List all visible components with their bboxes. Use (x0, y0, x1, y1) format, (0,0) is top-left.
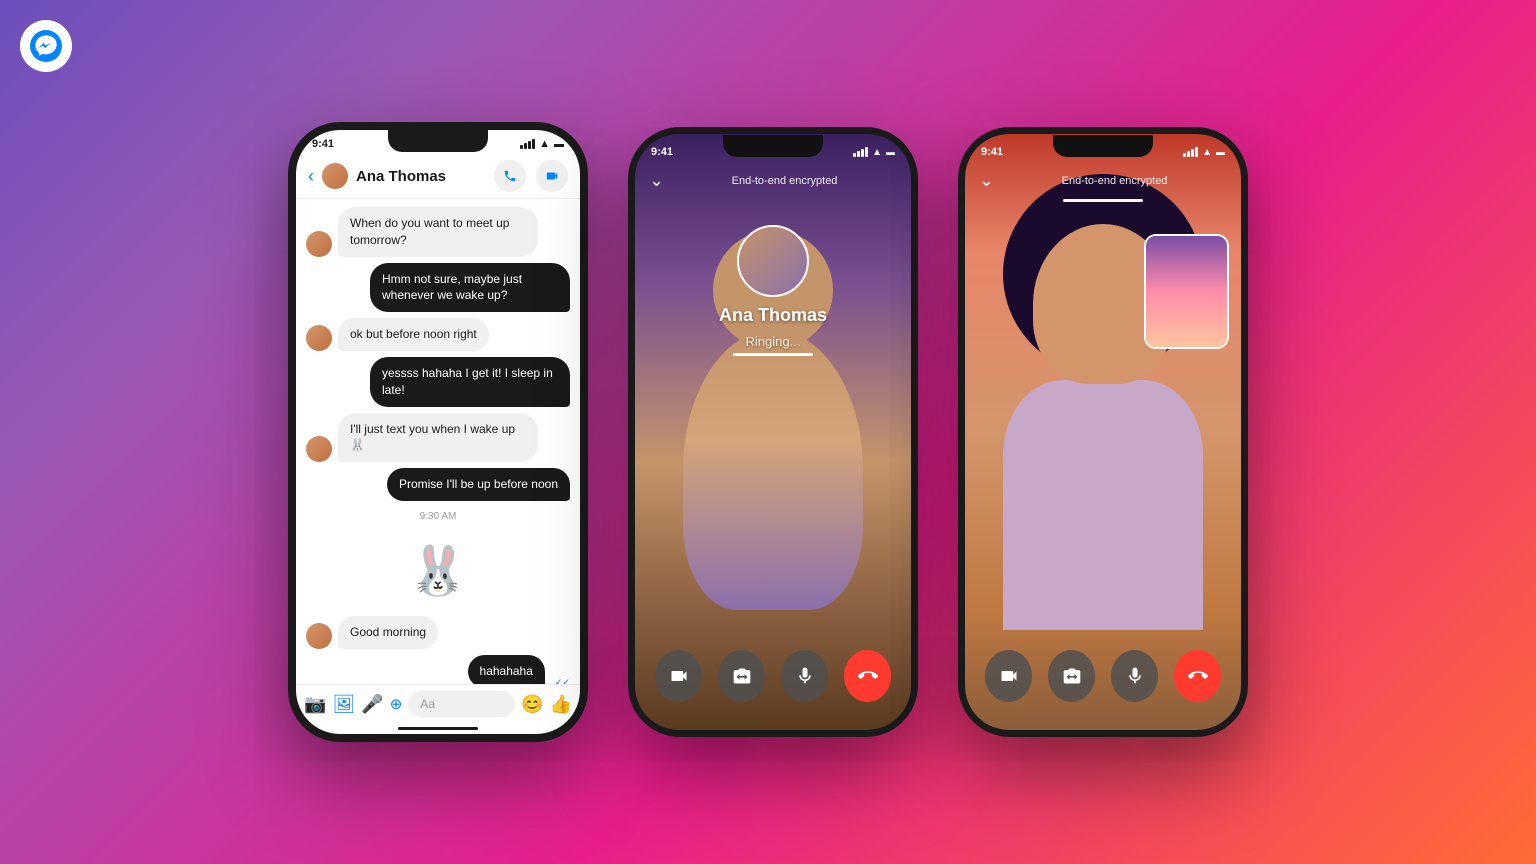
notch-1 (388, 130, 488, 152)
battery-icon-3: ▬ (1216, 147, 1225, 157)
encrypted-label-active: End-to-end encrypted (1002, 175, 1227, 187)
whatsapp-icon[interactable]: ⊕ (390, 695, 403, 713)
caller-name: Ana Thomas (719, 305, 827, 326)
video-call-screen: 9:41 ▲ ▬ (635, 134, 911, 730)
status-icons-2: ▲ ▬ (853, 147, 895, 158)
wifi-icon: ▲ (539, 138, 550, 150)
message-bubble: Hmm not sure, maybe just whenever we wak… (370, 263, 570, 313)
message-input[interactable]: Aa (408, 691, 515, 717)
message-row: I'll just text you when I wake up 🐰 (306, 413, 570, 463)
home-indicator-3 (1063, 199, 1143, 202)
flip-camera-button[interactable] (718, 650, 765, 702)
phones-container: 9:41 ▲ ▬ ‹ (0, 0, 1536, 864)
battery-icon: ▬ (554, 139, 564, 150)
call-controls (635, 650, 911, 702)
chat-header: ‹ Ana Thomas (296, 154, 580, 199)
back-button[interactable]: ‹ (308, 166, 314, 187)
status-time-2: 9:41 (651, 146, 673, 158)
caller-info: Ana Thomas Ringing... (635, 225, 911, 349)
wifi-icon-3: ▲ (1202, 147, 1212, 158)
message-timestamp: 9:30 AM (306, 511, 570, 522)
call-top-bar-active: ⌄ End-to-end encrypted (965, 162, 1241, 195)
status-time-3: 9:41 (981, 146, 1003, 158)
avatar-small (306, 231, 332, 257)
contact-name: Ana Thomas (356, 168, 486, 185)
avatar-small (306, 623, 332, 649)
phone-video-incoming: 9:41 ▲ ▬ (628, 127, 918, 737)
camera-icon[interactable]: 📷 (304, 694, 326, 715)
end-call-button[interactable] (844, 650, 891, 702)
call-top-bar: ⌄ End-to-end encrypted (635, 162, 911, 195)
encrypted-label: End-to-end encrypted (672, 175, 897, 187)
mute-button[interactable] (781, 650, 828, 702)
chat-messages: When do you want to meet up tomorrow? Hm… (296, 199, 580, 684)
video-toggle-button[interactable] (655, 650, 702, 702)
emoji-icon[interactable]: 😊 (521, 694, 543, 715)
home-indicator-2 (733, 353, 813, 356)
home-indicator-1 (398, 727, 478, 730)
signal-icon (520, 139, 535, 149)
avatar-small (306, 436, 332, 462)
photo-icon[interactable]: 🖼 (332, 694, 355, 715)
signal-icon-2 (853, 147, 868, 157)
video-call-button[interactable] (536, 160, 568, 192)
mic-icon[interactable]: 🎤 (361, 694, 383, 715)
notch-2 (723, 135, 823, 157)
call-controls-active (965, 650, 1241, 702)
chat-input-bar: 📷 🖼 🎤 ⊕ Aa 😊 👍 (296, 684, 580, 723)
message-row: yessss hahaha I get it! I sleep in late! (306, 357, 570, 407)
status-icons-3: ▲ ▬ (1183, 147, 1225, 158)
flip-camera-button-active[interactable] (1048, 650, 1095, 702)
status-time-1: 9:41 (312, 138, 334, 150)
message-row: ok but before noon right (306, 318, 570, 351)
avatar-small (306, 325, 332, 351)
message-row: hahahaha ✓✓ (306, 655, 570, 684)
message-bubble: I'll just text you when I wake up 🐰 (338, 413, 538, 463)
caller-status: Ringing... (746, 334, 801, 349)
phone-chat: 9:41 ▲ ▬ ‹ (288, 122, 588, 742)
message-bubble: hahahaha (468, 655, 545, 684)
signal-icon-3 (1183, 147, 1198, 157)
status-icons-1: ▲ ▬ (520, 138, 564, 150)
message-bubble: Good morning (338, 616, 438, 649)
video-toggle-button-active[interactable] (985, 650, 1032, 702)
message-bubble: Promise I'll be up before noon (387, 468, 570, 501)
message-row: Good morning (306, 616, 570, 649)
battery-icon-2: ▬ (886, 147, 895, 157)
voice-call-button[interactable] (494, 160, 526, 192)
header-icons (494, 160, 568, 192)
message-row: When do you want to meet up tomorrow? (306, 207, 570, 257)
video-call-overlay: 9:41 ▲ ▬ (635, 134, 911, 730)
self-view-thumbnail (1144, 234, 1229, 349)
message-bubble: When do you want to meet up tomorrow? (338, 207, 538, 257)
like-icon[interactable]: 👍 (550, 694, 572, 715)
contact-avatar (322, 163, 348, 189)
message-row: Promise I'll be up before noon (306, 468, 570, 501)
minimize-button-active[interactable]: ⌄ (979, 170, 994, 191)
mute-button-active[interactable] (1111, 650, 1158, 702)
message-row: Hmm not sure, maybe just whenever we wak… (306, 263, 570, 313)
phone-video-active: 9:41 ▲ ▬ (958, 127, 1248, 737)
notch-3 (1053, 135, 1153, 157)
sticker-area: 🐰 (306, 536, 570, 606)
video-call-active-overlay: 9:41 ▲ ▬ (965, 134, 1241, 730)
messenger-logo (20, 20, 72, 72)
video-call-active-screen: 9:41 ▲ ▬ (965, 134, 1241, 730)
caller-avatar (737, 225, 809, 297)
read-receipt: ✓✓ (555, 677, 570, 684)
end-call-button-active[interactable] (1174, 650, 1221, 702)
minimize-button[interactable]: ⌄ (649, 170, 664, 191)
wifi-icon-2: ▲ (872, 147, 882, 158)
message-bubble: ok but before noon right (338, 318, 489, 351)
sticker: 🐰 (403, 536, 473, 606)
input-placeholder: Aa (420, 697, 435, 711)
message-bubble: yessss hahaha I get it! I sleep in late! (370, 357, 570, 407)
